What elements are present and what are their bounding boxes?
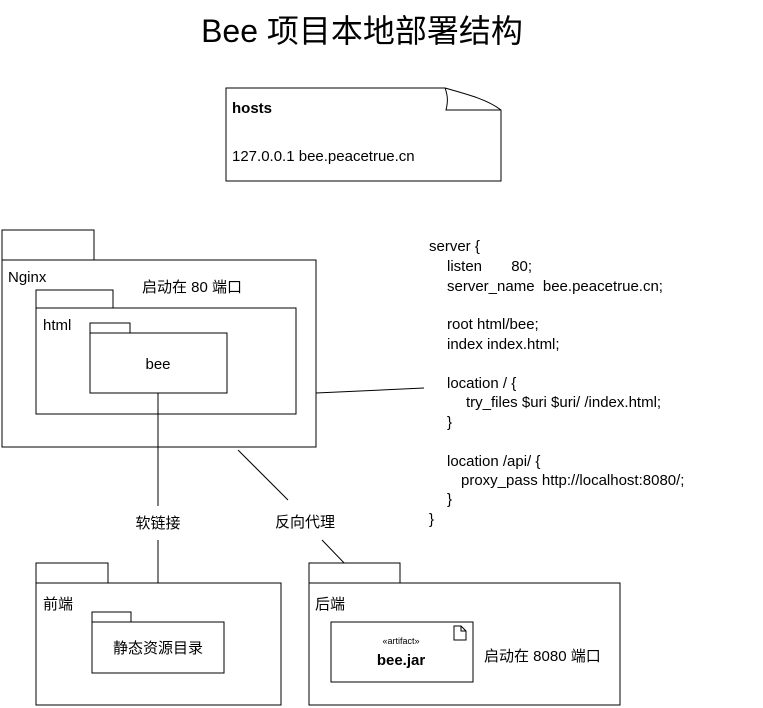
nginx-port-note: 启动在 80 端口 xyxy=(142,279,242,296)
nginx-label: Nginx xyxy=(8,269,47,286)
config-line: listen 80; xyxy=(447,258,532,275)
hosts-title: hosts xyxy=(232,100,272,117)
backend-port-note: 启动在 8080 端口 xyxy=(484,648,601,665)
config-line: } xyxy=(429,511,434,528)
config-link-line xyxy=(315,387,425,394)
config-line: index index.html; xyxy=(447,336,560,353)
hosts-entry: 127.0.0.1 bee.peacetrue.cn xyxy=(232,148,415,165)
deployment-diagram: Bee 项目本地部署结构 hosts 127.0.0.1 bee.peacetr… xyxy=(1,13,684,706)
bee-label: bee xyxy=(145,356,170,373)
backend-package: 后端 «artifact» bee.jar 启动在 8080 端口 xyxy=(308,562,621,706)
symlink-label: 软链接 xyxy=(135,515,180,532)
proxy-label: 反向代理 xyxy=(275,514,335,531)
bee-package: bee xyxy=(89,322,228,394)
backend-label: 后端 xyxy=(315,596,345,613)
frontend-label: 前端 xyxy=(43,596,73,613)
artifact-stereotype: «artifact» xyxy=(382,636,419,646)
proxy-edge-upper xyxy=(237,449,289,501)
bee-jar-artifact: «artifact» bee.jar xyxy=(330,621,474,683)
config-line: location / { xyxy=(447,375,516,392)
diagram-title: Bee 项目本地部署结构 xyxy=(201,13,523,49)
config-line: } xyxy=(447,414,452,431)
server-config: server { listen 80; server_name bee.peac… xyxy=(429,238,684,528)
html-package: html bee xyxy=(35,289,297,415)
artifact-label: bee.jar xyxy=(377,652,426,669)
frontend-package: 前端 静态资源目录 xyxy=(35,562,282,706)
nginx-package: Nginx 启动在 80 端口 html bee xyxy=(1,229,317,448)
hosts-note: hosts 127.0.0.1 bee.peacetrue.cn xyxy=(225,87,502,182)
config-line: server_name bee.peacetrue.cn; xyxy=(447,278,663,295)
config-line: } xyxy=(447,491,452,508)
config-line: try_files $uri $uri/ /index.html; xyxy=(466,394,661,411)
config-line: server { xyxy=(429,238,480,255)
static-folder-label: 静态资源目录 xyxy=(113,640,203,657)
config-line: root html/bee; xyxy=(447,316,539,333)
config-line: location /api/ { xyxy=(447,453,540,470)
html-label: html xyxy=(43,317,71,334)
config-line: proxy_pass http://localhost:8080/; xyxy=(461,472,684,489)
